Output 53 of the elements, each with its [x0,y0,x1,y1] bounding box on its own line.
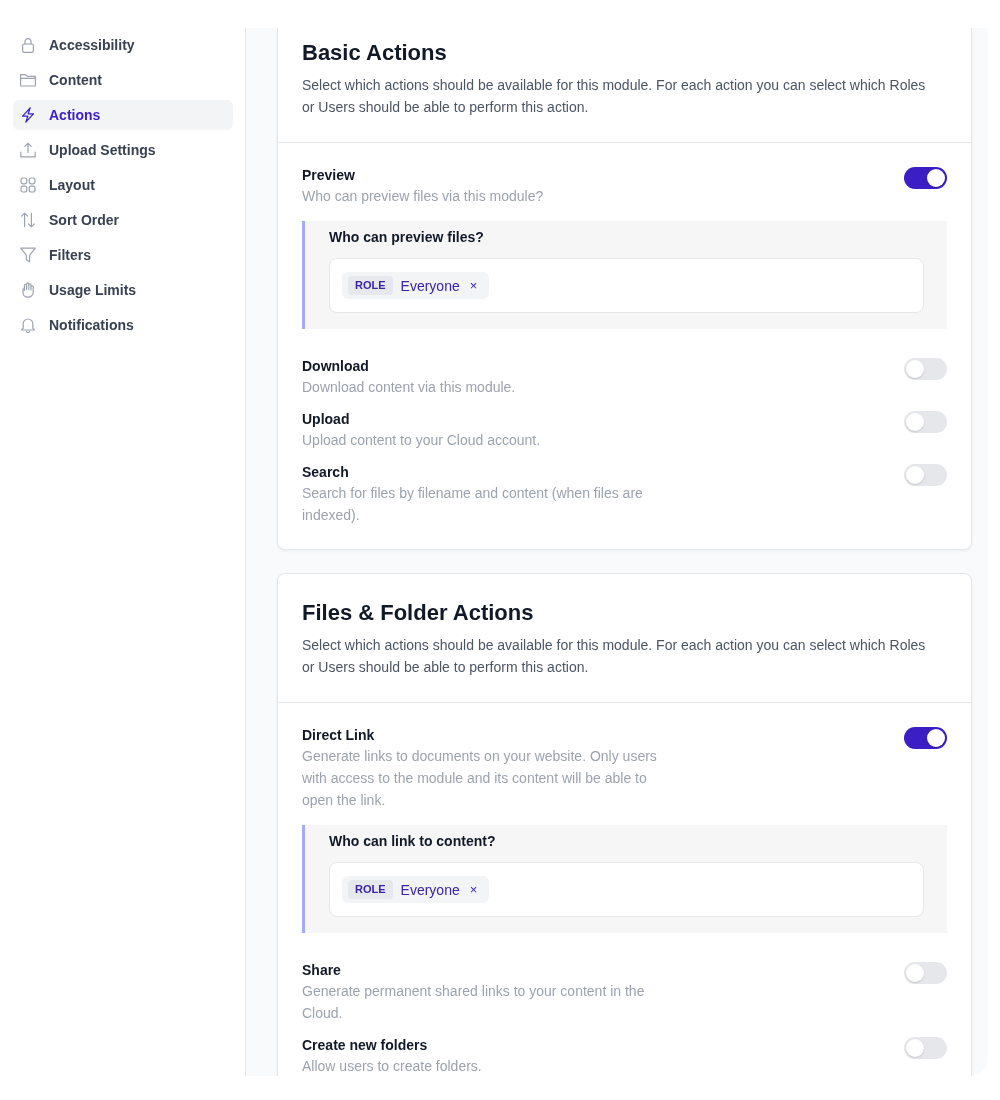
upload-icon [20,142,36,158]
toggle-switch[interactable] [904,962,947,984]
sidebar-item[interactable]: Usage Limits [13,275,233,305]
remove-tag-button[interactable]: × [469,277,478,294]
section-title: Files & Folder Actions [302,599,535,627]
tag-label: Everyone [400,277,460,294]
toggle-switch[interactable] [904,1037,947,1059]
action-title: Share [302,961,342,980]
grid-icon [20,177,36,193]
sidebar-item[interactable]: Notifications [13,310,233,340]
tag-label: Everyone [400,881,460,898]
toggle-switch[interactable] [904,167,947,189]
lock-icon [20,37,36,53]
sidebar-item[interactable]: Layout [13,170,233,200]
action-title: Create new folders [302,1036,429,1055]
bell-icon [20,317,36,333]
remove-tag-button[interactable]: × [469,881,478,898]
toggle-switch[interactable] [904,411,947,433]
action-title: Preview [302,166,356,185]
action-description: Allow users to create folders. [302,1057,482,1076]
tag-input-field[interactable]: ROLE Everyone × [329,258,924,313]
section-description: Select which actions should be available for this module. For each action you can select which Roles or Users should be able to perform this action. [302,636,927,677]
section-title: Basic Actions [302,39,448,67]
tag-input-field[interactable]: ROLE Everyone × [329,862,924,917]
folder-icon [20,72,36,88]
toggle-switch[interactable] [904,464,947,486]
sidebar-item[interactable]: Actions [13,100,233,130]
action-title: Direct Link [302,726,376,745]
lightning-icon [20,107,36,123]
funnel-icon [20,247,36,263]
sidebar-item[interactable]: Sort Order [13,205,233,235]
action-description: Generate links to documents on your website. Only users with access to the module and its content will be able to open the link. [302,747,658,810]
action-description: Upload content to your Cloud account. [302,431,541,450]
section-description: Select which actions should be available for this module. For each action you can select which Roles or Users should be able to perform this action. [302,76,927,117]
action-title: Upload [302,410,351,429]
permission-label: Who can preview files? [329,228,485,247]
sidebar-item[interactable]: Accessibility [13,30,233,60]
sort-arrows-icon [20,212,36,228]
action-description: Generate permanent shared links to your content in the Cloud. [302,982,646,1023]
action-description: Download content via this module. [302,378,516,397]
tag-type-badge: ROLE [348,880,393,899]
action-description: Search for files by filename and content (when files are indexed). [302,484,644,525]
action-description: Who can preview files via this module? [302,187,544,206]
hand-icon [20,282,36,298]
sidebar-item[interactable]: Upload Settings [13,135,233,165]
action-title: Search [302,463,350,482]
sidebar-item[interactable]: Content [13,65,233,95]
toggle-switch[interactable] [904,358,947,380]
sidebar-item[interactable]: Filters [13,240,233,270]
permission-label: Who can link to content? [329,832,497,851]
action-title: Download [302,357,370,376]
tag-type-badge: ROLE [348,276,393,295]
toggle-switch[interactable] [904,727,947,749]
